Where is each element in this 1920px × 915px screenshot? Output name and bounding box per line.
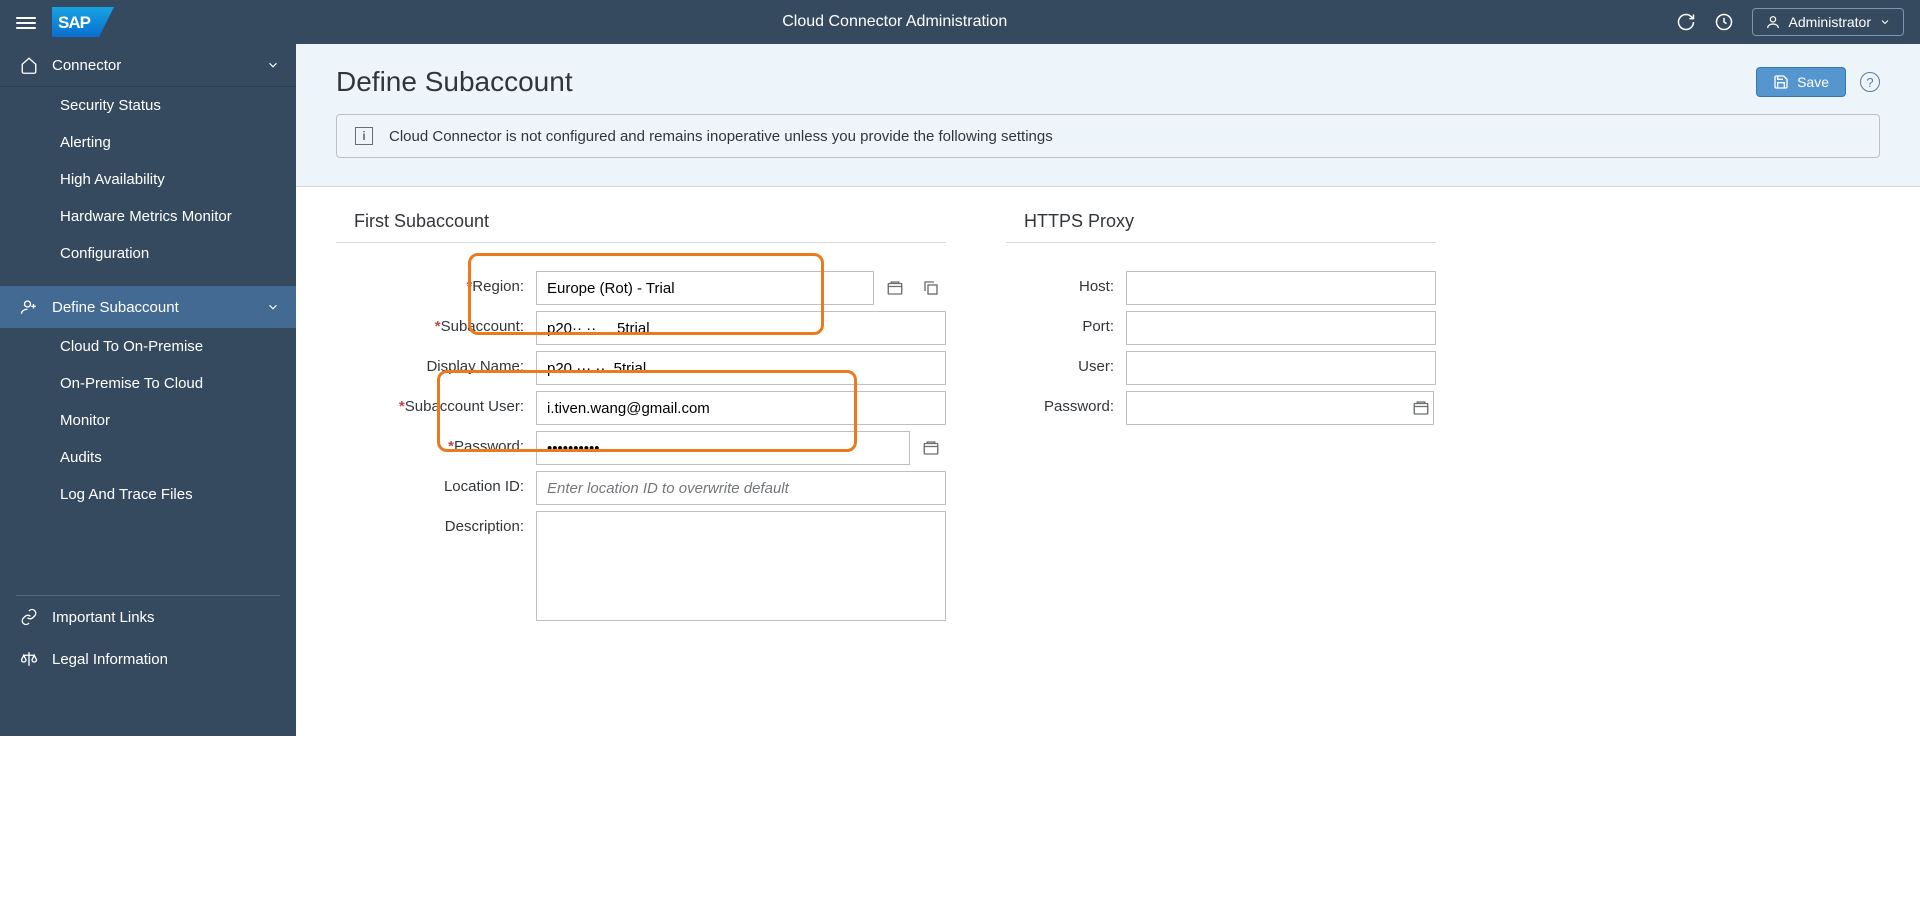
user-menu-button[interactable]: Administrator — [1752, 8, 1904, 36]
sidebar-item-audits[interactable]: Audits — [0, 439, 296, 476]
info-icon: i — [355, 127, 373, 145]
sidebar: Connector Security Status Alerting High … — [0, 44, 296, 736]
sidebar-item-connector[interactable]: Connector — [0, 44, 296, 87]
help-icon[interactable]: ? — [1860, 72, 1880, 92]
sidebar-item-cloud-to-onprem[interactable]: Cloud To On-Premise — [0, 328, 296, 365]
user-plus-icon — [20, 298, 38, 316]
proxy-host-label: Host: — [1006, 271, 1126, 295]
subaccount-user-input[interactable] — [536, 391, 946, 425]
sidebar-item-legal[interactable]: Legal Information — [0, 638, 296, 680]
page-title: Define Subaccount — [336, 66, 573, 98]
svg-text:SAP: SAP — [58, 13, 91, 32]
nav-label: Define Subaccount — [52, 299, 179, 316]
subaccount-label: *Subaccount: — [336, 311, 536, 335]
nav-label: Connector — [52, 57, 121, 74]
sidebar-item-define-subaccount[interactable]: Define Subaccount — [0, 286, 296, 328]
proxy-user-label: User: — [1006, 351, 1126, 375]
proxy-password-label: Password: — [1006, 391, 1126, 415]
save-icon — [1773, 74, 1789, 90]
sidebar-item-important-links[interactable]: Important Links — [0, 596, 296, 638]
value-help-icon[interactable] — [880, 273, 910, 303]
password-label: *Password: — [336, 431, 536, 455]
refresh-icon[interactable] — [1676, 12, 1696, 32]
user-label: Administrator — [1789, 14, 1871, 30]
menu-icon[interactable] — [16, 14, 36, 30]
subaccount-user-label: *Subaccount User: — [336, 391, 536, 415]
proxy-port-input[interactable] — [1126, 311, 1436, 345]
sidebar-item-monitor[interactable]: Monitor — [0, 402, 296, 439]
section-divider — [336, 242, 946, 243]
description-label: Description: — [336, 511, 536, 535]
proxy-port-label: Port: — [1006, 311, 1126, 335]
region-label: *Region: — [336, 271, 536, 295]
sidebar-item-log-trace[interactable]: Log And Trace Files — [0, 476, 296, 513]
sidebar-item-alerting[interactable]: Alerting — [0, 124, 296, 161]
scale-icon — [20, 650, 38, 668]
proxy-password-help-icon[interactable] — [1406, 393, 1436, 423]
proxy-host-input[interactable] — [1126, 271, 1436, 305]
header-actions: Administrator — [1676, 8, 1904, 36]
description-input[interactable] — [536, 511, 946, 621]
display-name-input[interactable] — [536, 351, 946, 385]
display-name-label: Display Name: — [336, 351, 536, 375]
password-input[interactable] — [536, 431, 910, 465]
sap-logo-svg: SAP — [52, 7, 114, 37]
chevron-down-icon — [1879, 16, 1891, 28]
sidebar-item-onprem-to-cloud[interactable]: On-Premise To Cloud — [0, 365, 296, 402]
info-message: i Cloud Connector is not configured and … — [336, 114, 1880, 158]
user-icon — [1765, 14, 1781, 30]
proxy-user-input[interactable] — [1126, 351, 1436, 385]
app-title: Cloud Connector Administration — [114, 13, 1676, 31]
nav-label: Legal Information — [52, 651, 168, 668]
location-id-label: Location ID: — [336, 471, 536, 495]
chevron-down-icon — [266, 58, 280, 72]
section-heading: First Subaccount — [336, 211, 946, 232]
popout-icon[interactable] — [916, 273, 946, 303]
sidebar-item-security-status[interactable]: Security Status — [0, 87, 296, 124]
sidebar-item-high-availability[interactable]: High Availability — [0, 161, 296, 198]
https-proxy-section: HTTPS Proxy Host: Port: User: Password: — [1006, 211, 1436, 627]
region-input[interactable] — [536, 271, 874, 305]
save-button[interactable]: Save — [1756, 67, 1846, 97]
content-area: Define Subaccount Save ? i Cloud Connect… — [296, 44, 1920, 736]
password-help-icon[interactable] — [916, 433, 946, 463]
first-subaccount-section: First Subaccount *Region: — [336, 211, 946, 627]
link-icon — [20, 608, 38, 626]
section-heading: HTTPS Proxy — [1006, 211, 1436, 232]
sidebar-item-configuration[interactable]: Configuration — [0, 235, 296, 272]
chevron-down-icon — [266, 300, 280, 314]
sidebar-item-hardware-metrics[interactable]: Hardware Metrics Monitor — [0, 198, 296, 235]
power-icon[interactable] — [1714, 12, 1734, 32]
nav-label: Important Links — [52, 609, 155, 626]
home-icon — [20, 56, 38, 74]
page-header: Define Subaccount Save ? i Cloud Connect… — [296, 44, 1920, 187]
sap-logo: SAP — [52, 7, 114, 37]
location-id-input[interactable] — [536, 471, 946, 505]
proxy-password-input[interactable] — [1126, 391, 1434, 425]
subaccount-input[interactable] — [536, 311, 946, 345]
section-divider — [1006, 242, 1436, 243]
info-text: Cloud Connector is not configured and re… — [389, 128, 1053, 145]
app-header: SAP Cloud Connector Administration Admin… — [0, 0, 1920, 44]
